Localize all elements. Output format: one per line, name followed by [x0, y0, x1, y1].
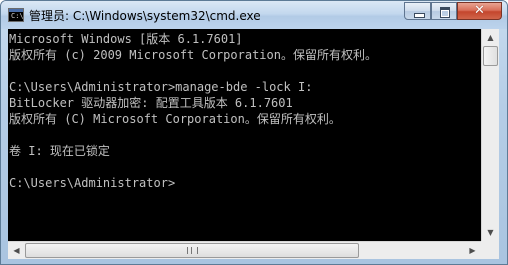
console-line: C:\Users\Administrator>manage-bde -lock …: [9, 80, 313, 94]
scroll-left-icon[interactable]: ◀: [8, 242, 25, 259]
title-bar[interactable]: C:\ 管理员: C:\Windows\system32\cmd.exe ✕: [1, 1, 507, 29]
minimize-icon: [414, 13, 425, 18]
vertical-scrollbar[interactable]: ▲ ▼: [481, 29, 499, 241]
maximize-icon: [440, 7, 450, 18]
window-title: 管理员: C:\Windows\system32\cmd.exe: [29, 9, 261, 23]
cmd-window: C:\ 管理员: C:\Windows\system32\cmd.exe ✕ M…: [0, 0, 508, 265]
minimize-button[interactable]: [404, 2, 431, 20]
console-line: 版权所有 (c) 2009 Microsoft Corporation。保留所有…: [9, 48, 377, 62]
scroll-down-icon[interactable]: ▼: [482, 224, 499, 241]
close-button[interactable]: ✕: [457, 2, 502, 20]
horizontal-scroll-thumb[interactable]: [25, 243, 359, 258]
console-line: 版权所有 (C) Microsoft Corporation。保留所有权利。: [9, 112, 341, 126]
horizontal-scrollbar[interactable]: ◀ ▶: [8, 241, 481, 259]
cmd-icon-label: C:\: [11, 12, 24, 20]
grip-icon: [187, 247, 198, 254]
console-line: BitLocker 驱动器加密: 配置工具版本 6.1.7601: [9, 96, 293, 110]
scroll-right-icon[interactable]: ▶: [464, 242, 481, 259]
console-output[interactable]: Microsoft Windows [版本 6.1.7601] 版权所有 (c)…: [8, 29, 481, 241]
maximize-button[interactable]: [431, 2, 457, 20]
scrollbar-corner: [481, 241, 499, 259]
close-icon: ✕: [474, 3, 485, 18]
console-prompt[interactable]: C:\Users\Administrator>: [9, 175, 175, 191]
cmd-icon[interactable]: C:\: [8, 8, 24, 22]
scroll-up-icon[interactable]: ▲: [482, 29, 499, 46]
console-line: Microsoft Windows [版本 6.1.7601]: [9, 32, 243, 46]
vertical-scroll-thumb[interactable]: [483, 46, 498, 66]
console-line: 卷 I: 现在已锁定: [9, 144, 110, 158]
